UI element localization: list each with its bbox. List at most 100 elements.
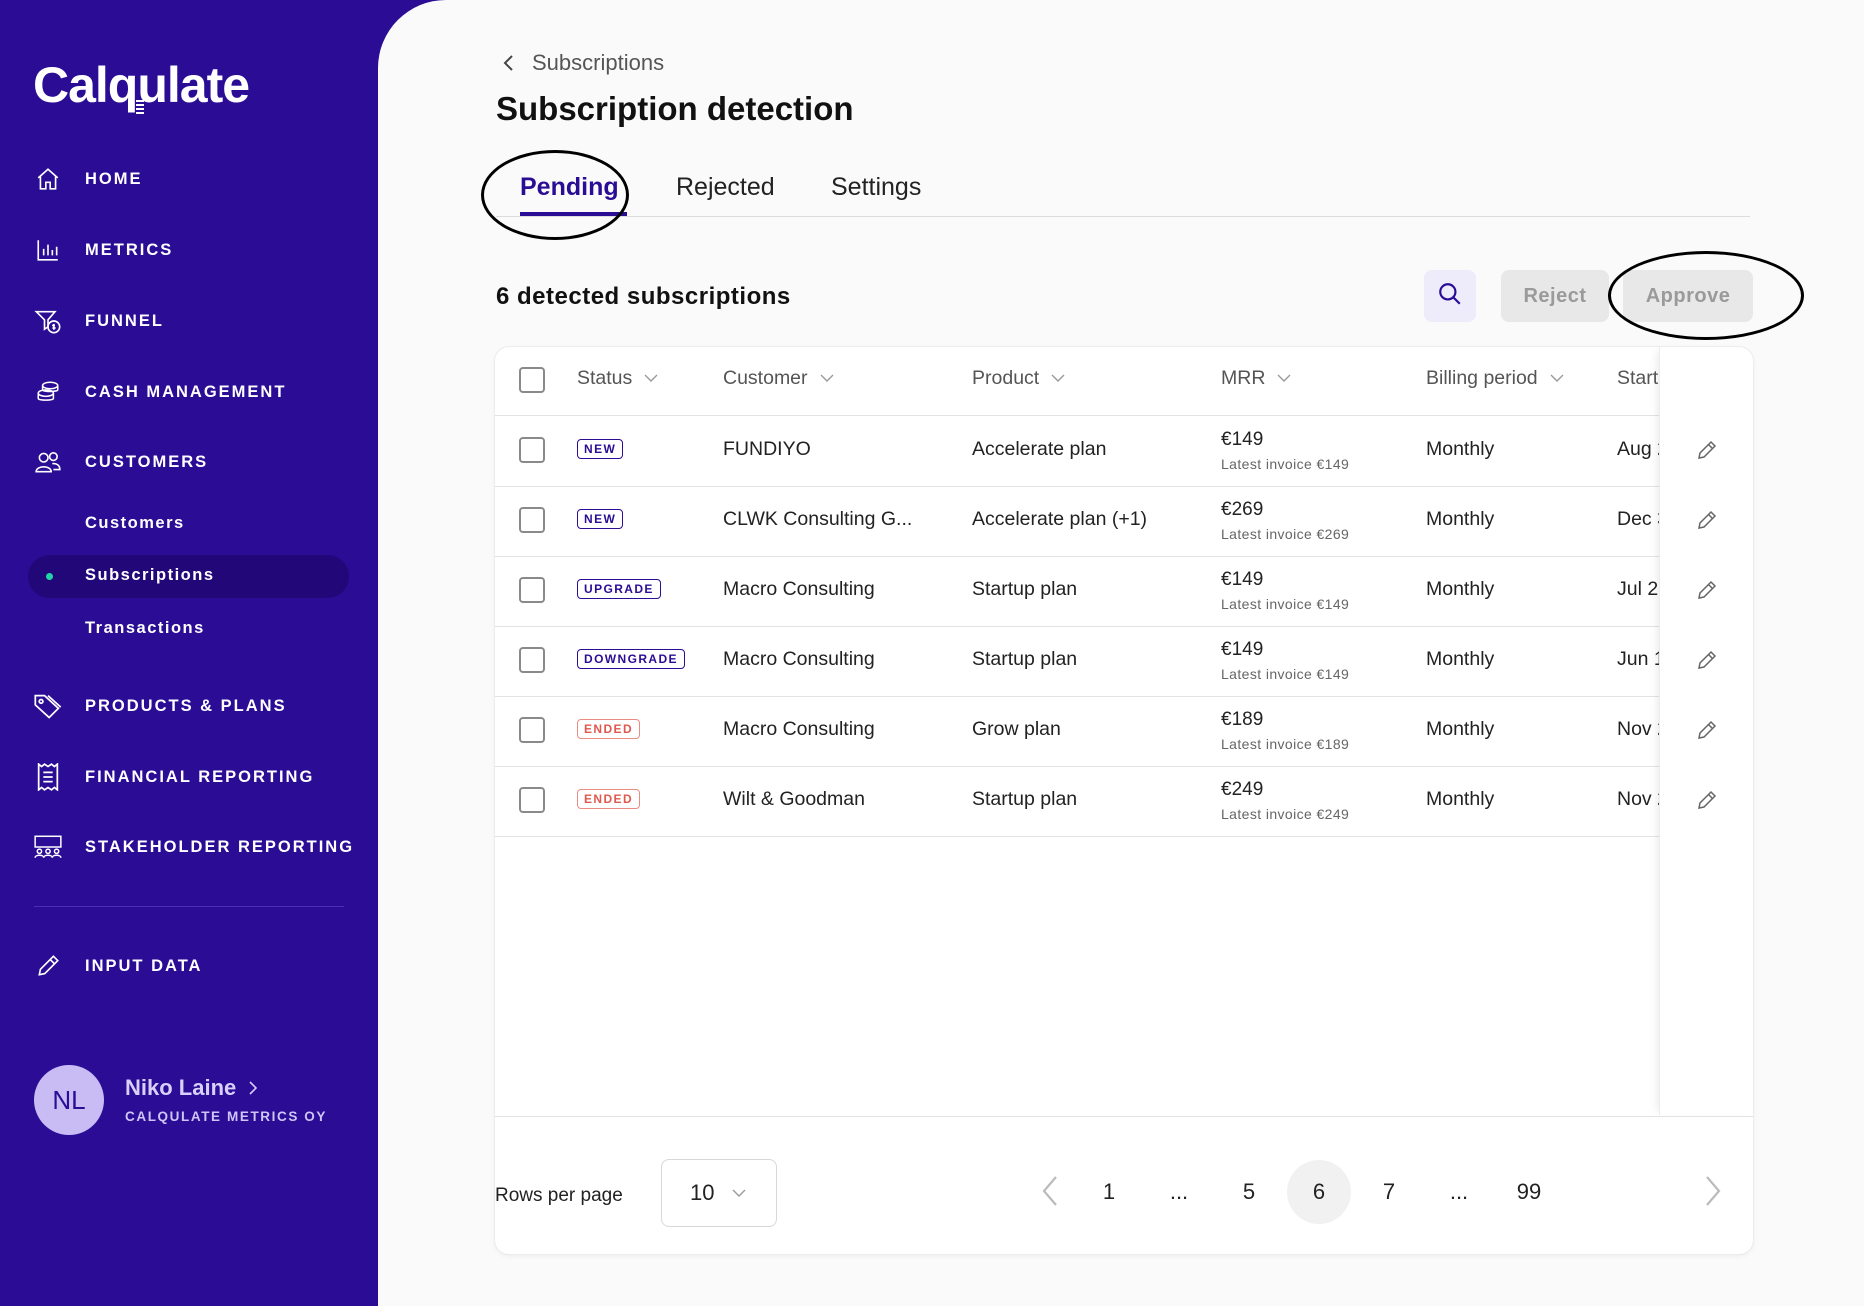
breadcrumb[interactable]: Subscriptions: [498, 50, 664, 76]
customer-cell[interactable]: Wilt & Goodman: [723, 788, 865, 811]
page-button[interactable]: 6: [1287, 1160, 1351, 1224]
nav-home-label: HOME: [85, 169, 143, 188]
column-customer[interactable]: Customer: [723, 367, 834, 390]
column-product[interactable]: Product: [972, 367, 1065, 390]
customer-cell[interactable]: Macro Consulting: [723, 578, 875, 601]
billing-period-cell: Monthly: [1426, 508, 1495, 530]
pencil-icon: [32, 950, 64, 982]
column-status-label: Status: [577, 367, 633, 389]
subnav-subscriptions[interactable]: Subscriptions: [85, 566, 215, 585]
row-checkbox[interactable]: [519, 577, 545, 603]
latest-invoice: Latest invoice €149: [1221, 456, 1350, 472]
table-row[interactable]: ENDED Wilt & Goodman Startup plan €249 Lates…: [495, 766, 1753, 837]
edit-icon[interactable]: [1695, 648, 1721, 674]
row-checkbox[interactable]: [519, 437, 545, 463]
approve-button[interactable]: Approve: [1623, 270, 1753, 322]
rows-per-page-label: Rows per page: [495, 1185, 623, 1206]
page-title: Subscription detection: [496, 90, 854, 127]
edit-icon[interactable]: [1695, 788, 1721, 814]
row-checkbox[interactable]: [519, 507, 545, 533]
customer-cell[interactable]: Macro Consulting: [723, 718, 875, 741]
users-icon: [32, 446, 64, 478]
chevron-down-icon: [1550, 374, 1564, 382]
subnav-transactions[interactable]: Transactions: [85, 619, 205, 638]
row-checkbox[interactable]: [519, 787, 545, 813]
subnav-customers[interactable]: Customers: [85, 514, 185, 533]
table-row[interactable]: NEW FUNDIYO Accelerate plan €149 Latest invo…: [495, 416, 1753, 487]
search-button[interactable]: [1424, 270, 1476, 322]
breadcrumb-label: Subscriptions: [532, 50, 665, 75]
page-button[interactable]: 1: [1077, 1160, 1141, 1224]
billing-period-cell: Monthly: [1426, 578, 1495, 600]
mrr-value: €249: [1221, 779, 1264, 800]
customer-cell[interactable]: CLWK Consulting G...: [723, 508, 912, 531]
rows-per-page-select[interactable]: 10: [661, 1159, 777, 1227]
customer-cell[interactable]: Macro Consulting: [723, 648, 875, 671]
table-footer-divider: [495, 1116, 1753, 1117]
chevron-down-icon: [1051, 374, 1065, 382]
tab-pending[interactable]: Pending: [520, 173, 619, 202]
product-cell: Startup plan: [972, 648, 1078, 670]
nav-funnel[interactable]: FUNNEL: [32, 301, 162, 341]
column-product-label: Product: [972, 367, 1040, 389]
column-billing-period[interactable]: Billing period: [1426, 367, 1564, 390]
edit-icon[interactable]: [1695, 718, 1721, 744]
nav-funnel-label: FUNNEL: [85, 311, 164, 330]
page-button[interactable]: 7: [1357, 1160, 1421, 1224]
tab-rejected[interactable]: Rejected: [676, 173, 775, 202]
user-name-text: Niko Laine: [125, 1075, 237, 1100]
pagination-ellipsis: ...: [1169, 1179, 1189, 1204]
mrr-value: €189: [1221, 709, 1264, 730]
sidebar-divider: [34, 906, 344, 907]
chevron-left-icon: [1042, 1176, 1057, 1206]
chevron-down-icon: [732, 1189, 746, 1197]
column-billing-period-label: Billing period: [1426, 367, 1538, 389]
prev-page-button[interactable]: [1035, 1173, 1065, 1209]
status-badge: DOWNGRADE: [577, 649, 685, 669]
mrr-value: €149: [1221, 429, 1264, 450]
product-cell: Grow plan: [972, 718, 1061, 740]
nav-cash-management[interactable]: CASH MANAGEMENT: [32, 372, 284, 412]
row-checkbox[interactable]: [519, 717, 545, 743]
table-row[interactable]: NEW CLWK Consulting G... Accelerate plan (…: [495, 486, 1753, 557]
subscriptions-table: Status Customer Product MRR Billing peri…: [495, 347, 1753, 1254]
table-row[interactable]: DOWNGRADE Macro Consulting Startup plan €14…: [495, 626, 1753, 697]
tab-settings[interactable]: Settings: [831, 173, 921, 202]
row-checkbox[interactable]: [519, 647, 545, 673]
nav-financial-reporting[interactable]: FINANCIAL REPORTING: [32, 757, 312, 797]
nav-customers[interactable]: CUSTOMERS: [32, 442, 206, 482]
user-name[interactable]: Niko Laine: [125, 1075, 258, 1102]
chevron-right-icon: [248, 1076, 258, 1102]
page-button[interactable]: 99: [1497, 1160, 1561, 1224]
page-button[interactable]: 5: [1217, 1160, 1281, 1224]
avatar[interactable]: NL: [34, 1065, 104, 1135]
nav-stakeholder-reporting-label: STAKEHOLDER REPORTING: [85, 837, 355, 856]
select-all-checkbox[interactable]: [519, 367, 545, 393]
status-badge: NEW: [577, 439, 624, 459]
edit-icon[interactable]: [1695, 508, 1721, 534]
nav-products-plans-label: PRODUCTS & PLANS: [85, 696, 287, 715]
nav-home[interactable]: HOME: [32, 159, 141, 199]
table-row[interactable]: UPGRADE Macro Consulting Startup plan €149 L…: [495, 556, 1753, 627]
main-content: Subscriptions Subscription detection Pen…: [378, 0, 1864, 1306]
customer-cell[interactable]: FUNDIYO: [723, 438, 811, 461]
calqulate-logo[interactable]: Calqulate: [33, 56, 250, 116]
billing-period-cell: Monthly: [1426, 788, 1495, 810]
edit-icon[interactable]: [1695, 578, 1721, 604]
nav-input-data[interactable]: INPUT DATA: [32, 946, 200, 986]
nav-metrics[interactable]: METRICS: [32, 230, 171, 270]
column-status[interactable]: Status: [577, 367, 658, 390]
edit-icon[interactable]: [1695, 438, 1721, 464]
reject-button[interactable]: Reject: [1501, 270, 1609, 322]
nav-stakeholder-reporting[interactable]: STAKEHOLDER REPORTING: [32, 827, 352, 867]
nav-products-plans[interactable]: PRODUCTS & PLANS: [32, 686, 285, 726]
table-row[interactable]: ENDED Macro Consulting Grow plan €189 Latest…: [495, 696, 1753, 767]
next-page-button[interactable]: [1698, 1173, 1728, 1209]
detected-count: 6 detected subscriptions: [496, 283, 791, 310]
billing-period-cell: Monthly: [1426, 438, 1495, 460]
latest-invoice: Latest invoice €149: [1221, 666, 1350, 682]
column-mrr[interactable]: MRR: [1221, 367, 1291, 390]
tab-bar: Pending Rejected Settings: [496, 165, 1750, 217]
chevron-down-icon: [644, 374, 658, 382]
pagination-ellipsis: ...: [1449, 1179, 1469, 1204]
